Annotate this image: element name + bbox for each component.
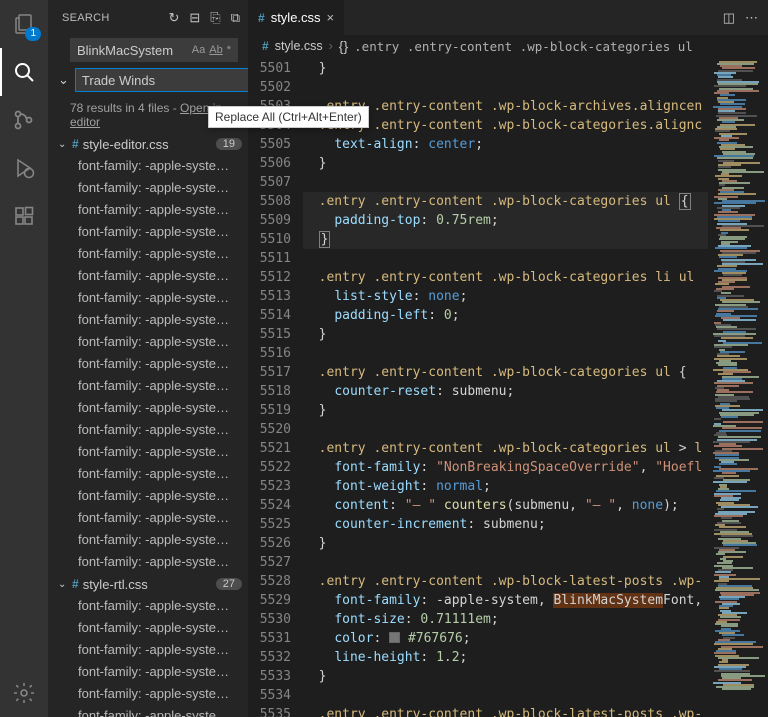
result-match-row[interactable]: font-family: -apple-syste…: [48, 441, 248, 463]
collapse-icon[interactable]: ⧉: [231, 10, 240, 26]
settings-button[interactable]: [0, 669, 48, 717]
result-match-row[interactable]: font-family: -apple-syste…: [48, 309, 248, 331]
activity-bar: 1: [0, 0, 48, 717]
css-file-icon: #: [258, 11, 265, 25]
chevron-down-icon: ⌄: [58, 139, 68, 150]
result-file-row[interactable]: ⌄ # style-editor.css 19: [48, 133, 248, 155]
explorer-button[interactable]: 1: [0, 0, 48, 48]
result-match-row[interactable]: font-family: -apple-syste…: [48, 705, 248, 717]
regex-toggle[interactable]: *: [227, 44, 231, 56]
close-icon[interactable]: ×: [327, 10, 335, 25]
result-match-row[interactable]: font-family: -apple-syste…: [48, 639, 248, 661]
tab-style-css[interactable]: # style.css ×: [248, 0, 344, 35]
replace-input[interactable]: AB: [75, 68, 248, 92]
breadcrumb[interactable]: # style.css › {} .entry .entry-content .…: [248, 35, 768, 57]
extensions-button[interactable]: [0, 192, 48, 240]
breadcrumb-file: style.css: [275, 39, 323, 53]
file-name: style-editor.css: [83, 137, 212, 152]
result-match-row[interactable]: font-family: -apple-syste…: [48, 287, 248, 309]
explorer-badge: 1: [25, 27, 41, 41]
result-match-row[interactable]: font-family: -apple-syste…: [48, 243, 248, 265]
search-value: BlinkMacSystem: [77, 43, 188, 58]
result-match-row[interactable]: font-family: -apple-syste…: [48, 155, 248, 177]
css-file-icon: #: [72, 137, 79, 151]
refresh-icon[interactable]: ↻: [168, 10, 179, 26]
result-match-row[interactable]: font-family: -apple-syste…: [48, 353, 248, 375]
minimap[interactable]: [708, 57, 768, 717]
result-match-row[interactable]: font-family: -apple-syste…: [48, 199, 248, 221]
results-tree: ⌄ # style-editor.css 19 font-family: -apple-…: [48, 133, 248, 717]
sidebar-title: SEARCH: [62, 12, 168, 24]
replace-field[interactable]: [82, 73, 248, 88]
case-toggle[interactable]: Aa: [192, 44, 205, 56]
match-count: 27: [216, 578, 242, 590]
code-content[interactable]: } .entry .entry-content .wp-block-archiv…: [303, 57, 708, 717]
result-match-row[interactable]: font-family: -apple-syste…: [48, 551, 248, 573]
result-match-row[interactable]: font-family: -apple-syste…: [48, 485, 248, 507]
toggle-replace-icon[interactable]: ⌄: [58, 72, 69, 88]
more-icon[interactable]: ⋯: [745, 10, 758, 26]
clear-icon[interactable]: ⊟: [189, 10, 200, 26]
css-file-icon: #: [72, 577, 79, 591]
breadcrumb-selector: .entry .entry-content .wp-block-categori…: [354, 39, 693, 54]
word-toggle[interactable]: Ab: [209, 44, 222, 56]
tab-bar: # style.css × ◫ ⋯: [248, 0, 768, 35]
result-match-row[interactable]: font-family: -apple-syste…: [48, 683, 248, 705]
result-match-row[interactable]: font-family: -apple-syste…: [48, 419, 248, 441]
debug-button[interactable]: [0, 144, 48, 192]
split-editor-icon[interactable]: ◫: [723, 10, 735, 26]
tab-label: style.css: [271, 10, 321, 25]
result-match-row[interactable]: font-family: -apple-syste…: [48, 397, 248, 419]
scm-button[interactable]: [0, 96, 48, 144]
newfile-icon[interactable]: ⎘: [210, 10, 220, 26]
result-match-row[interactable]: font-family: -apple-syste…: [48, 331, 248, 353]
sidebar-header: SEARCH ↻ ⊟ ⎘ ⧉: [48, 0, 248, 35]
result-match-row[interactable]: font-family: -apple-syste…: [48, 529, 248, 551]
result-match-row[interactable]: font-family: -apple-syste…: [48, 375, 248, 397]
result-match-row[interactable]: font-family: -apple-syste…: [48, 661, 248, 683]
result-file-row[interactable]: ⌄ # style-rtl.css 27: [48, 573, 248, 595]
result-match-row[interactable]: font-family: -apple-syste…: [48, 177, 248, 199]
search-input[interactable]: BlinkMacSystem Aa Ab *: [70, 38, 238, 62]
css-file-icon: #: [262, 39, 269, 53]
result-match-row[interactable]: font-family: -apple-syste…: [48, 463, 248, 485]
line-numbers: 5501550255035504550555065507550855095510…: [248, 57, 303, 717]
result-match-row[interactable]: font-family: -apple-syste…: [48, 265, 248, 287]
file-name: style-rtl.css: [83, 577, 212, 592]
search-button[interactable]: [0, 48, 48, 96]
result-match-row[interactable]: font-family: -apple-syste…: [48, 221, 248, 243]
chevron-down-icon: ⌄: [58, 579, 68, 590]
result-match-row[interactable]: font-family: -apple-syste…: [48, 617, 248, 639]
replace-all-tooltip: Replace All (Ctrl+Alt+Enter): [208, 106, 369, 128]
brackets-icon: {}: [339, 38, 348, 54]
match-count: 19: [216, 138, 242, 150]
result-match-row[interactable]: font-family: -apple-syste…: [48, 595, 248, 617]
result-match-row[interactable]: font-family: -apple-syste…: [48, 507, 248, 529]
